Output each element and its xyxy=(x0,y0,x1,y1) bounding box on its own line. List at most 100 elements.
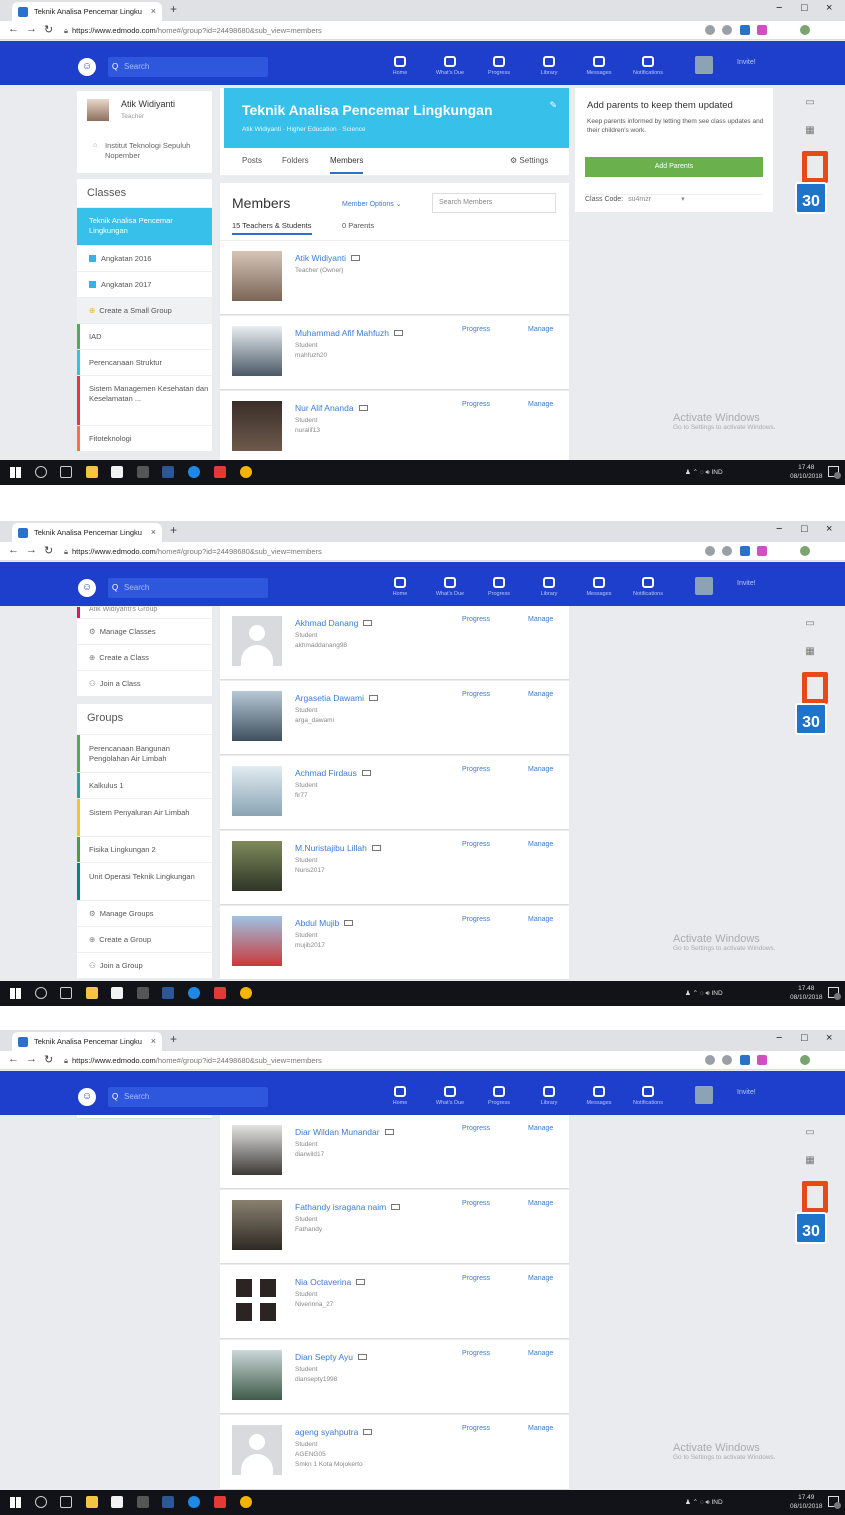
nav-progress[interactable]: Progress xyxy=(477,56,521,76)
pencil-icon[interactable]: ✎ xyxy=(549,100,557,111)
nav-notifications[interactable]: Notifications xyxy=(626,56,670,76)
search-icon[interactable] xyxy=(35,1496,47,1508)
clock[interactable]: 17.48 08/10/2018 xyxy=(790,985,823,1002)
tab-folders[interactable]: Folders xyxy=(282,156,309,165)
profile-avatar-icon[interactable] xyxy=(800,25,810,35)
member-name[interactable]: Achmad Firdaus xyxy=(295,768,371,778)
calculator-icon[interactable] xyxy=(137,987,149,999)
app-icon[interactable] xyxy=(214,987,226,999)
new-tab-button[interactable]: + xyxy=(170,523,177,537)
tab-close-icon[interactable]: × xyxy=(151,523,156,542)
tab-teachers-students[interactable]: 15 Teachers & Students xyxy=(232,221,312,235)
extension-icon[interactable] xyxy=(722,25,732,35)
member-photo[interactable] xyxy=(232,1125,282,1175)
nav-whats-due[interactable]: What's Due xyxy=(428,56,472,76)
new-tab-button[interactable]: + xyxy=(170,1032,177,1046)
store-icon[interactable] xyxy=(111,466,123,478)
progress-link[interactable]: Progress xyxy=(462,616,490,623)
url-field[interactable]: 🔒︎ https://www.edmodo.com/home#/group?id=… xyxy=(64,545,664,558)
envelope-icon[interactable] xyxy=(371,845,381,851)
member-photo[interactable] xyxy=(232,616,282,666)
tab-parents[interactable]: 0 Parents xyxy=(342,221,374,230)
maximize-button[interactable]: □ xyxy=(801,2,808,14)
nav-home[interactable]: Home xyxy=(378,577,422,597)
search-input[interactable]: Q Search xyxy=(108,578,268,598)
member-photo[interactable] xyxy=(232,1425,282,1475)
manage-link[interactable]: Manage xyxy=(528,1200,553,1207)
extension-icon[interactable] xyxy=(740,546,750,556)
maximize-button[interactable]: □ xyxy=(801,523,808,535)
class-item-fitoteknologi[interactable]: Fitoteknologi xyxy=(77,425,212,451)
user-avatar[interactable] xyxy=(695,577,713,595)
envelope-icon[interactable] xyxy=(384,1129,394,1135)
nav-whats-due[interactable]: What's Due xyxy=(428,577,472,597)
reload-icon[interactable]: ↻ xyxy=(44,1053,53,1066)
extension-icon[interactable] xyxy=(740,1055,750,1065)
envelope-icon[interactable] xyxy=(394,330,404,336)
search-input[interactable]: Q Search xyxy=(108,57,268,77)
extension-icon[interactable] xyxy=(705,546,715,556)
add-parents-button[interactable]: Add Parents xyxy=(585,157,763,177)
manage-link[interactable]: Manage xyxy=(528,1275,553,1282)
member-name[interactable]: Atik Widiyanti xyxy=(295,253,361,263)
group-item[interactable]: Sistem Penyaluran Air Limbah xyxy=(77,798,212,836)
progress-link[interactable]: Progress xyxy=(462,1425,490,1432)
calculator-icon[interactable] xyxy=(137,466,149,478)
manage-link[interactable]: Manage xyxy=(528,1425,553,1432)
nav-library[interactable]: Library xyxy=(527,56,571,76)
extension-icon[interactable] xyxy=(705,1055,715,1065)
manage-link[interactable]: Manage xyxy=(528,766,553,773)
chrome-icon[interactable] xyxy=(240,466,252,478)
envelope-icon[interactable] xyxy=(344,920,354,926)
nav-home[interactable]: Home xyxy=(378,56,422,76)
settings-link[interactable]: ⚙ Settings xyxy=(510,156,548,165)
member-name[interactable]: Fathandy isragana naim xyxy=(295,1202,401,1212)
office-icon[interactable] xyxy=(795,669,828,704)
notification-icon[interactable] xyxy=(828,987,841,1000)
create-class-link[interactable]: ⊕ Create a Class xyxy=(77,644,212,670)
member-name[interactable]: Muhammad Afif Mahfuzh xyxy=(295,328,404,338)
member-name[interactable]: Nia Octaverina xyxy=(295,1277,366,1287)
task-view-icon[interactable] xyxy=(60,1496,72,1508)
forward-arrow-icon[interactable]: → xyxy=(26,1053,37,1065)
extension-icon[interactable] xyxy=(740,25,750,35)
windows-start-icon[interactable] xyxy=(10,467,21,478)
member-name[interactable]: ageng syahputra xyxy=(295,1427,373,1437)
extension-icon[interactable] xyxy=(757,546,767,556)
nav-messages[interactable]: Messages xyxy=(577,1086,621,1106)
edge-icon[interactable] xyxy=(188,466,200,478)
member-name[interactable]: Argasetia Dawami xyxy=(295,693,378,703)
printer-icon[interactable]: ▭ xyxy=(795,613,825,635)
system-tray[interactable]: ♟ ⌃ ◌ 🔊︎ IND xyxy=(685,1498,723,1507)
user-avatar[interactable] xyxy=(695,56,713,74)
small-group-angkatan-2017[interactable]: Angkatan 2017 xyxy=(77,271,212,297)
progress-link[interactable]: Progress xyxy=(462,1200,490,1207)
reload-icon[interactable]: ↻ xyxy=(44,23,53,36)
profile-avatar-icon[interactable] xyxy=(800,1055,810,1065)
extension-icon[interactable] xyxy=(757,25,767,35)
envelope-icon[interactable] xyxy=(363,1429,373,1435)
tab-close-icon[interactable]: × xyxy=(151,2,156,21)
maximize-button[interactable]: □ xyxy=(801,1032,808,1044)
nav-notifications[interactable]: Notifications xyxy=(626,1086,670,1106)
extension-icon[interactable] xyxy=(722,546,732,556)
close-window-button[interactable]: × xyxy=(826,1032,832,1044)
office-icon[interactable] xyxy=(795,1178,828,1213)
app-icon[interactable] xyxy=(214,1496,226,1508)
envelope-icon[interactable] xyxy=(358,405,368,411)
progress-link[interactable]: Progress xyxy=(462,841,490,848)
nav-progress[interactable]: Progress xyxy=(477,1086,521,1106)
member-photo[interactable] xyxy=(232,1350,282,1400)
extension-icon[interactable] xyxy=(757,1055,767,1065)
word-icon[interactable] xyxy=(162,987,174,999)
file-explorer-icon[interactable] xyxy=(86,987,98,999)
search-input[interactable]: Q Search xyxy=(108,1087,268,1107)
manage-link[interactable]: Manage xyxy=(528,691,553,698)
system-tray[interactable]: ♟ ⌃ ◌ 🔊︎ IND xyxy=(685,468,723,477)
grid-icon[interactable]: ▦ xyxy=(795,120,825,142)
invite-link[interactable]: Invite! xyxy=(737,1089,756,1096)
create-group-link[interactable]: ⊕ Create a Group xyxy=(77,926,212,952)
class-item-sistem-managemen[interactable]: Sistem Managemen Kesehatan dan Keselamat… xyxy=(77,375,212,425)
envelope-icon[interactable] xyxy=(368,695,378,701)
printer-icon[interactable]: ▭ xyxy=(795,92,825,114)
